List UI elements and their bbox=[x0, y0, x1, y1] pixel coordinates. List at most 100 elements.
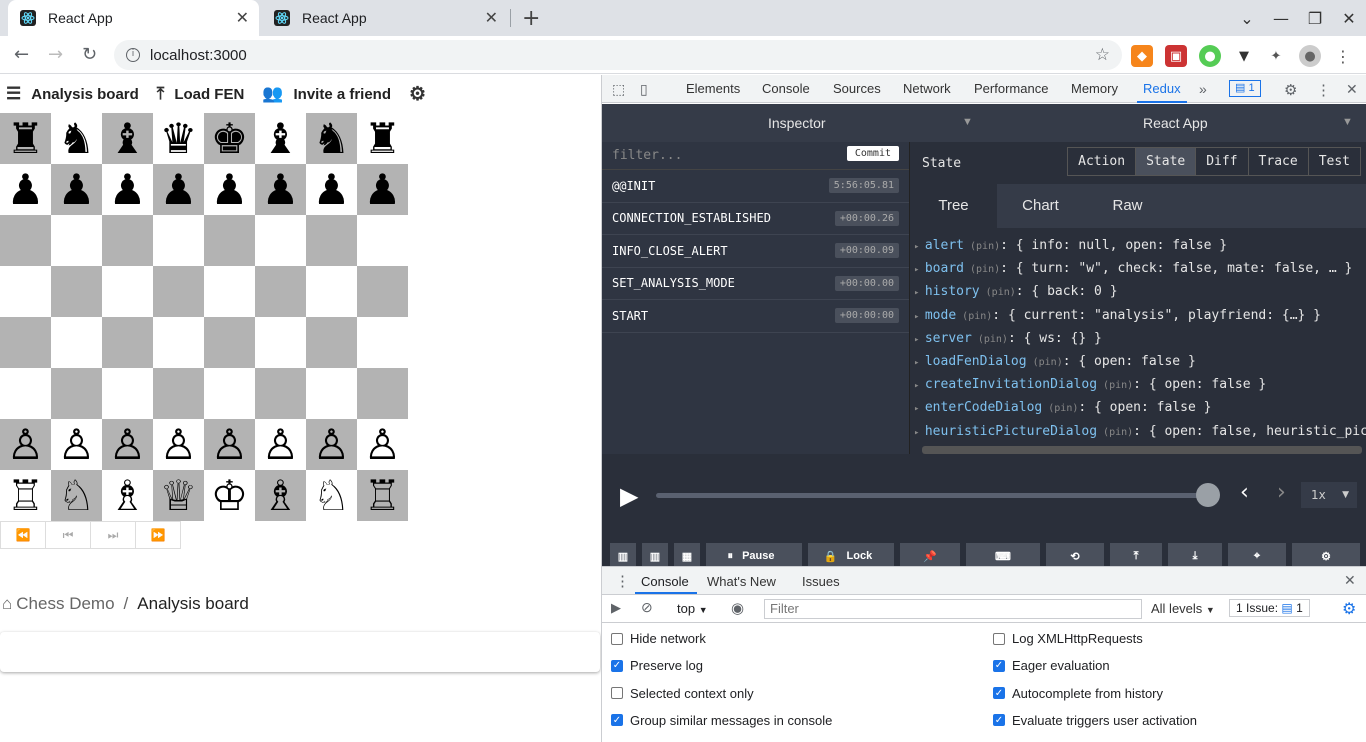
drawer-tab-issues[interactable]: Issues bbox=[802, 574, 840, 589]
pin-label[interactable]: (pin) bbox=[1027, 357, 1063, 368]
console-setting[interactable]: ✓ Preserve log bbox=[611, 658, 703, 673]
test-mode-button[interactable]: Test bbox=[1309, 148, 1360, 175]
commit-button[interactable]: Commit bbox=[846, 146, 899, 161]
board-square[interactable] bbox=[51, 215, 102, 266]
chess-piece[interactable]: ♟ bbox=[109, 168, 147, 211]
checkbox[interactable] bbox=[611, 632, 623, 645]
board-square[interactable] bbox=[357, 317, 408, 368]
tree-node[interactable]: ▸ mode (pin): { current: "analysis", pla… bbox=[914, 304, 1366, 327]
drawer-tab-whats-new[interactable]: What's New bbox=[707, 574, 776, 589]
board-square[interactable]: ♙ bbox=[306, 419, 357, 470]
pin-label[interactable]: (pin) bbox=[964, 241, 1000, 252]
action-filter-input[interactable]: filter... Commit bbox=[602, 142, 909, 170]
load-fen-button[interactable]: ⤒ Load FEN bbox=[151, 84, 245, 104]
expand-arrow-icon[interactable]: ▸ bbox=[914, 358, 925, 368]
console-setting[interactable]: ✓ Evaluate triggers user activation bbox=[993, 713, 1197, 728]
tree-node[interactable]: ▸ alert (pin): { info: null, open: false… bbox=[914, 234, 1366, 257]
slider-track[interactable] bbox=[656, 493, 1208, 498]
checkbox[interactable]: ✓ bbox=[993, 687, 1005, 700]
state-mode-button[interactable]: State bbox=[1136, 148, 1197, 175]
close-drawer-icon[interactable]: ✕ bbox=[1344, 572, 1356, 589]
board-square[interactable]: ♕ bbox=[153, 470, 204, 521]
board-square[interactable] bbox=[0, 215, 51, 266]
board-square[interactable] bbox=[255, 215, 306, 266]
board-square[interactable]: ♜ bbox=[357, 113, 408, 164]
board-square[interactable]: ♙ bbox=[51, 419, 102, 470]
board-square[interactable] bbox=[153, 317, 204, 368]
chevron-down-icon[interactable]: ▼ bbox=[1342, 116, 1353, 128]
board-square[interactable]: ♟ bbox=[357, 164, 408, 215]
board-square[interactable] bbox=[357, 215, 408, 266]
console-setting[interactable]: Selected context only bbox=[611, 686, 754, 701]
chess-piece[interactable]: ♙ bbox=[160, 423, 198, 466]
board-square[interactable]: ♟ bbox=[204, 164, 255, 215]
board-square[interactable]: ♙ bbox=[357, 419, 408, 470]
chess-piece[interactable]: ♟ bbox=[313, 168, 351, 211]
settings-button[interactable]: ⚙ bbox=[403, 83, 436, 106]
console-setting[interactable]: ✓ Eager evaluation bbox=[993, 658, 1110, 673]
board-square[interactable] bbox=[102, 266, 153, 317]
board-square[interactable] bbox=[204, 368, 255, 419]
chess-piece[interactable]: ♙ bbox=[313, 423, 351, 466]
expand-arrow-icon[interactable]: ▸ bbox=[914, 404, 925, 414]
close-tab-icon[interactable]: ✕ bbox=[485, 8, 498, 28]
step-back-icon[interactable]: ‹ bbox=[1240, 480, 1249, 505]
back-icon[interactable]: ← bbox=[14, 44, 29, 65]
board-square[interactable]: ♙ bbox=[255, 419, 306, 470]
board-square[interactable]: ♙ bbox=[102, 419, 153, 470]
checkbox[interactable] bbox=[611, 687, 623, 700]
prev-move-button[interactable]: ⏮ bbox=[46, 522, 91, 548]
tab-raw[interactable]: Raw bbox=[1084, 184, 1171, 228]
chess-piece[interactable]: ♙ bbox=[262, 423, 300, 466]
board-square[interactable]: ♖ bbox=[357, 470, 408, 521]
inspector-select[interactable]: Inspector bbox=[768, 115, 826, 131]
info-icon[interactable]: i bbox=[126, 48, 140, 62]
forward-icon[interactable]: → bbox=[48, 44, 63, 65]
board-square[interactable] bbox=[204, 266, 255, 317]
board-square[interactable]: ♙ bbox=[0, 419, 51, 470]
board-square[interactable]: ♟ bbox=[255, 164, 306, 215]
reload-icon[interactable]: ↻ bbox=[82, 44, 97, 65]
step-forward-icon[interactable]: › bbox=[1277, 480, 1286, 505]
sidebar-toggle-icon[interactable]: ▶ bbox=[611, 600, 621, 616]
slider-knob[interactable] bbox=[1196, 483, 1220, 507]
action-item[interactable]: CONNECTION_ESTABLISHED +00:00.26 bbox=[602, 203, 909, 235]
pin-label[interactable]: (pin) bbox=[1042, 403, 1078, 414]
next-move-button[interactable]: ⏭ bbox=[91, 522, 136, 548]
chess-piece[interactable]: ♚ bbox=[211, 117, 249, 160]
chess-board[interactable]: ♜ ♞ ♝ ♛ ♚ ♝ ♞ ♜ ♟ ♟ ♟ ♟ ♟ ♟ ♟ ♟ ♙ ♙ ♙ ♙ ♙ ♙ ♙ ♙ ♖ ♘ ♗ ♕ ♔ ♗ ♘ ♖ bbox=[0, 113, 408, 521]
board-square[interactable]: ♟ bbox=[0, 164, 51, 215]
action-item[interactable]: @@INIT 5:56:05.81 bbox=[602, 170, 909, 203]
chess-piece[interactable]: ♔ bbox=[211, 474, 249, 517]
board-square[interactable] bbox=[153, 368, 204, 419]
board-square[interactable] bbox=[204, 215, 255, 266]
chevron-down-icon[interactable]: ▼ bbox=[962, 116, 973, 128]
pin-label[interactable]: (pin) bbox=[1097, 380, 1133, 391]
tree-node[interactable]: ▸ history (pin): { back: 0 } bbox=[914, 280, 1366, 303]
chess-piece[interactable]: ♗ bbox=[262, 474, 300, 517]
board-square[interactable]: ♟ bbox=[153, 164, 204, 215]
chess-piece[interactable]: ♟ bbox=[364, 168, 402, 211]
inspect-icon[interactable]: ⬚ bbox=[612, 81, 625, 98]
chess-piece[interactable]: ♗ bbox=[109, 474, 147, 517]
board-square[interactable]: ♞ bbox=[51, 113, 102, 164]
trace-mode-button[interactable]: Trace bbox=[1249, 148, 1309, 175]
board-square[interactable] bbox=[255, 266, 306, 317]
board-square[interactable] bbox=[306, 317, 357, 368]
chess-piece[interactable]: ♜ bbox=[7, 117, 45, 160]
restore-icon[interactable]: ❐ bbox=[1298, 9, 1332, 28]
board-square[interactable]: ♙ bbox=[204, 419, 255, 470]
bookmark-star-icon[interactable]: ☆ bbox=[1095, 45, 1110, 65]
omnibox[interactable]: i localhost:3000 ☆ bbox=[114, 40, 1122, 70]
instance-select[interactable]: React App bbox=[1143, 115, 1208, 131]
new-tab-icon[interactable]: + bbox=[522, 6, 540, 31]
kebab-menu-icon[interactable]: ⋮ bbox=[1316, 81, 1331, 99]
checkbox[interactable]: ✓ bbox=[993, 659, 1005, 672]
pin-label[interactable]: (pin) bbox=[972, 334, 1008, 345]
board-square[interactable] bbox=[255, 368, 306, 419]
board-square[interactable]: ♟ bbox=[306, 164, 357, 215]
context-select[interactable]: top ▼ bbox=[677, 601, 708, 616]
minimize-icon[interactable]: — bbox=[1264, 9, 1298, 28]
board-square[interactable]: ♟ bbox=[102, 164, 153, 215]
board-square[interactable]: ♟ bbox=[51, 164, 102, 215]
